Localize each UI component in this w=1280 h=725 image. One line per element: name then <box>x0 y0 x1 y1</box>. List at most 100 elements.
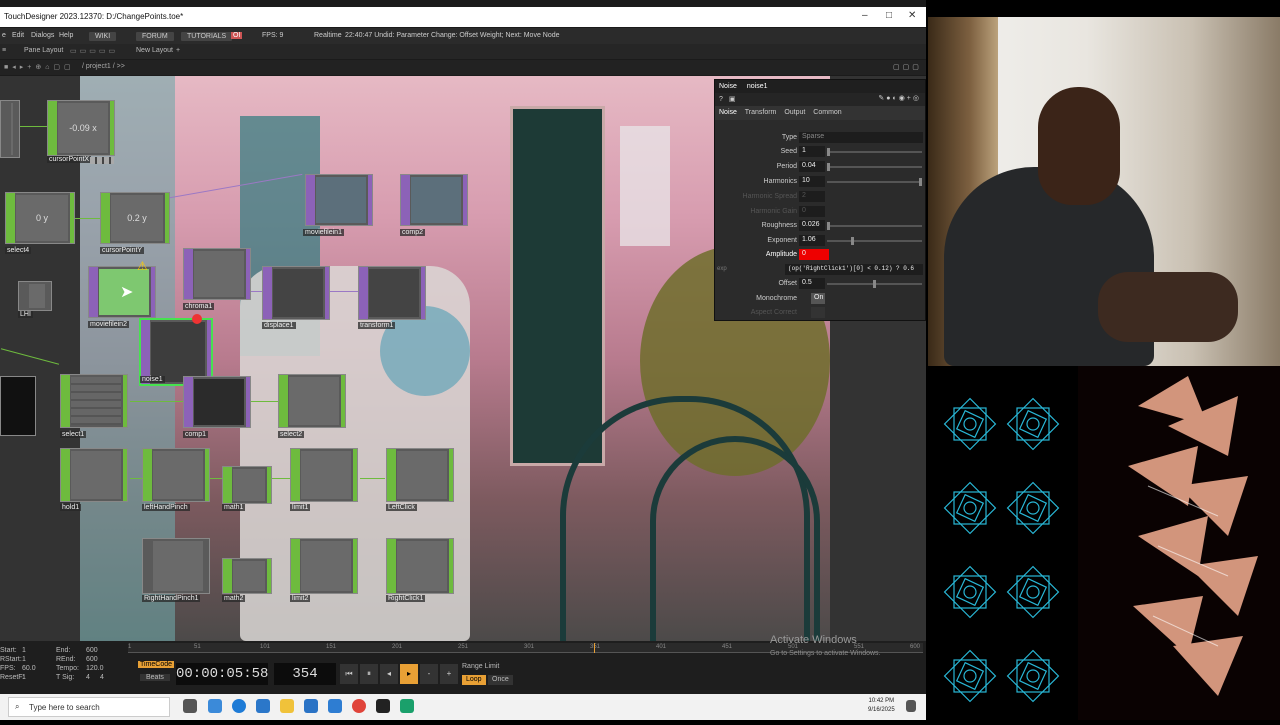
node-LeftClick[interactable] <box>386 448 454 502</box>
help-icon[interactable]: ? <box>719 96 723 103</box>
param-harmonics[interactable]: Harmonics 10 <box>715 175 927 189</box>
node-comp1[interactable] <box>183 376 251 428</box>
node-select4[interactable]: 0 y <box>5 192 75 244</box>
node-partial-black[interactable] <box>0 376 36 436</box>
node-math2[interactable] <box>222 558 272 594</box>
start-value[interactable]: 1 <box>22 647 26 654</box>
node-comp2[interactable] <box>400 174 468 226</box>
node-RightHandPinch1[interactable] <box>142 538 210 594</box>
error-icon[interactable] <box>192 314 202 324</box>
layout-icons[interactable]: ▭▭▭▭▭ <box>70 47 118 55</box>
step-back-icon[interactable]: ◂ <box>380 664 398 684</box>
param-type[interactable]: Type Sparse <box>715 131 927 145</box>
beats-button[interactable]: Beats <box>140 674 170 681</box>
rewind-icon[interactable]: ⏮ <box>340 664 358 684</box>
add-pane-icon[interactable]: + <box>176 47 180 54</box>
param-value[interactable]: 10 <box>799 176 825 187</box>
tab-output[interactable]: Output <box>784 109 805 116</box>
file-explorer-icon[interactable] <box>280 699 294 713</box>
param-value[interactable]: Sparse <box>799 132 923 143</box>
play-icon[interactable]: ▸ <box>400 664 418 684</box>
node-select1[interactable] <box>60 374 128 428</box>
wiki-button[interactable]: WIKI <box>89 32 117 41</box>
param-value[interactable]: 1.06 <box>799 235 825 246</box>
notification-icon[interactable] <box>906 700 916 712</box>
param-seed[interactable]: Seed 1 <box>715 145 927 159</box>
param-amplitude[interactable]: Amplitude 0 <box>715 248 927 262</box>
expression-field[interactable]: (op('RightClick1')[0] < 0.12) ? 0.6 <box>785 264 923 275</box>
minimize-icon[interactable]: – <box>862 10 868 21</box>
fps-value[interactable]: 60.0 <box>22 665 36 672</box>
tsig-a[interactable]: 4 <box>86 674 90 681</box>
param-value[interactable]: 0.04 <box>799 161 825 172</box>
touchdesigner-icon[interactable] <box>376 699 390 713</box>
app-icon[interactable] <box>208 699 222 713</box>
realtime-toggle[interactable]: Realtime <box>314 32 342 39</box>
pane-menu-icon[interactable]: ≡ <box>2 47 6 54</box>
node-hold1[interactable] <box>60 448 128 502</box>
tempo-value[interactable]: 120.0 <box>86 665 104 672</box>
param-value[interactable]: 0.5 <box>799 278 825 289</box>
node-displace1[interactable] <box>262 266 330 320</box>
nav-icons[interactable]: ■◂▸+⊕⌂▢▢ <box>4 63 75 71</box>
node-limit2[interactable] <box>290 538 358 594</box>
param-tool-icons[interactable]: ✎●◐◉+◎ <box>878 94 921 102</box>
menu-help[interactable]: Help <box>59 32 73 39</box>
monochrome-toggle[interactable]: On <box>811 293 825 304</box>
node-partial-left[interactable] <box>0 100 20 158</box>
minus-icon[interactable]: - <box>420 664 438 684</box>
node-LHI[interactable] <box>18 281 52 311</box>
param-offset[interactable]: Offset 0.5 <box>715 277 927 291</box>
tutorials-button[interactable]: TUTORIALS <box>181 32 233 41</box>
param-value[interactable]: 0 <box>799 249 829 260</box>
once-button[interactable]: Once <box>488 675 513 685</box>
vscode-icon[interactable] <box>328 699 342 713</box>
node-cursorPointY[interactable]: 0.2 y <box>100 192 170 244</box>
new-layout-button[interactable]: New Layout <box>136 47 173 54</box>
tab-common[interactable]: Common <box>813 109 841 116</box>
plus-icon[interactable]: + <box>440 664 458 684</box>
playhead[interactable] <box>594 643 595 653</box>
param-roughness[interactable]: Roughness 0.026 <box>715 219 927 233</box>
param-period[interactable]: Period 0.04 <box>715 160 927 174</box>
node-limit1[interactable] <box>290 448 358 502</box>
param-value[interactable]: 1 <box>799 146 825 157</box>
mail-icon[interactable] <box>304 699 318 713</box>
node-flag-icons[interactable] <box>90 157 114 164</box>
op-name[interactable]: noise1 <box>747 83 768 90</box>
rstart-value[interactable]: 1 <box>22 656 26 663</box>
menu-dialogs[interactable]: Dialogs <box>31 32 54 39</box>
param-monochrome[interactable]: Monochrome On <box>715 292 927 306</box>
tab-transform[interactable]: Transform <box>745 109 777 116</box>
app-icon[interactable] <box>400 699 414 713</box>
node-select2[interactable] <box>278 374 346 428</box>
taskbar-clock[interactable]: 10:42 PM 9/16/2025 <box>868 697 895 715</box>
pane-window-icons[interactable]: ▢▢▢ <box>893 63 922 71</box>
node-math1[interactable] <box>222 466 272 504</box>
menu-edit[interactable]: Edit <box>12 32 24 39</box>
loop-button[interactable]: Loop <box>462 675 486 685</box>
forum-button[interactable]: FORUM <box>136 32 174 41</box>
timecode-display[interactable]: 00:00:05:58 <box>176 663 268 685</box>
op-icon[interactable]: ▣ <box>729 96 736 103</box>
maximize-icon[interactable]: □ <box>886 10 892 21</box>
param-amplitude-expression[interactable]: exp (op('RightClick1')[0] < 0.12) ? 0.6 <box>715 263 927 277</box>
tab-noise[interactable]: Noise <box>719 109 737 116</box>
network-path[interactable]: / project1 / >> <box>82 63 125 70</box>
param-value[interactable]: 0.026 <box>799 220 825 231</box>
tsig-b[interactable]: 4 <box>100 674 104 681</box>
app-icon[interactable] <box>256 699 270 713</box>
warning-icon[interactable]: ⚠ <box>137 259 148 273</box>
frame-display[interactable]: 354 <box>274 663 336 685</box>
node-leftHandPinch[interactable] <box>142 448 210 502</box>
task-view-icon[interactable] <box>183 699 197 713</box>
edge-icon[interactable] <box>232 699 246 713</box>
end-value[interactable]: 600 <box>86 647 98 654</box>
pane-layout-button[interactable]: Pane Layout <box>24 47 63 54</box>
rend-value[interactable]: 600 <box>86 656 98 663</box>
node-RightClick1[interactable] <box>386 538 454 594</box>
chrome-icon[interactable] <box>352 699 366 713</box>
taskbar-search[interactable]: ⌕ Type here to search <box>8 697 170 717</box>
oi-badge[interactable]: OI <box>231 32 243 39</box>
param-exponent[interactable]: Exponent 1.06 <box>715 234 927 248</box>
